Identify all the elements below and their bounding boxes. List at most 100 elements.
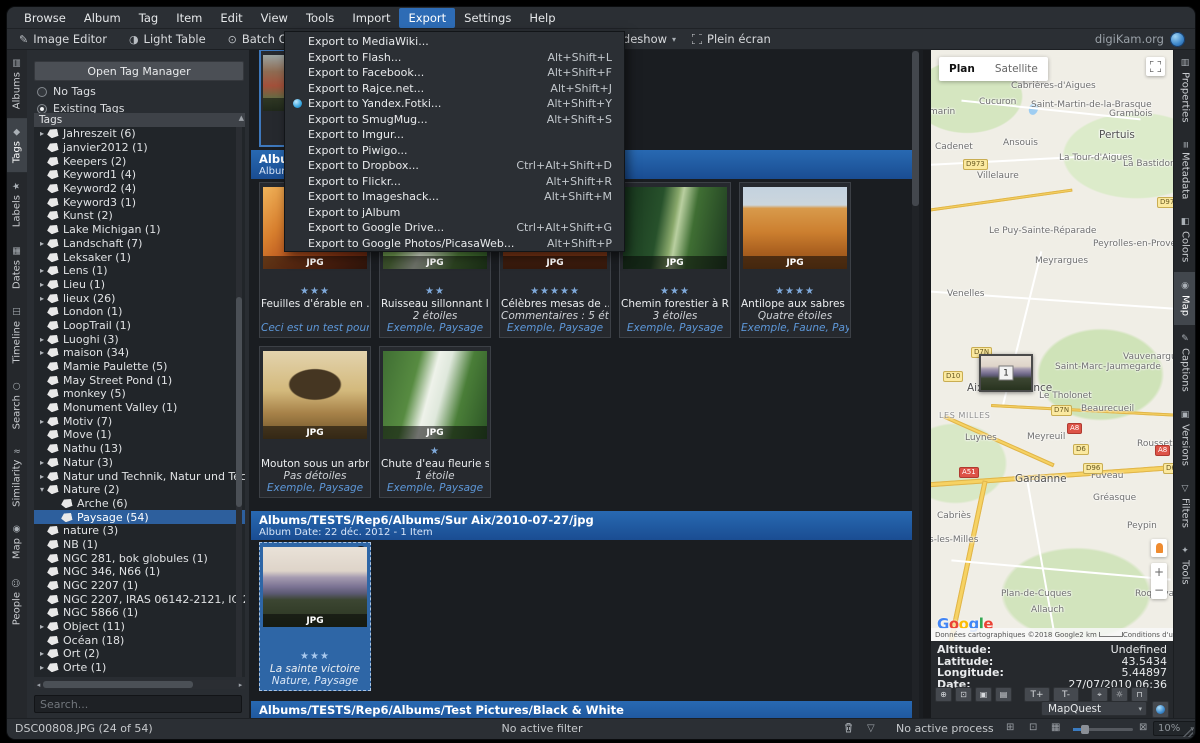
thumbnail-size-increase-button[interactable]: T+	[1024, 687, 1050, 702]
star-rating[interactable]: ★★★★★	[530, 286, 580, 298]
expand-arrow-icon[interactable]: ▸	[37, 417, 47, 426]
export-menu-item[interactable]: Export to Flash... Alt+Shift+L	[285, 50, 624, 66]
map-fullscreen-button[interactable]	[1146, 57, 1165, 76]
tag-tree-row[interactable]: NGC 2207, IRAS 06142-2121, IC 2163	[34, 592, 245, 606]
expand-arrow-icon[interactable]: ▸	[37, 239, 47, 248]
expand-arrow-icon[interactable]: ▸	[37, 458, 47, 467]
slider-knob[interactable]	[1081, 725, 1089, 734]
map-thumbnail-toggle-button[interactable]: ▤	[995, 687, 1012, 702]
tag-tree-row[interactable]: Lake Michigan (1)	[34, 223, 245, 237]
export-menu-item[interactable]: Export to Imgur...	[285, 127, 624, 143]
provider-globe-button[interactable]	[1152, 701, 1169, 718]
tag-tree-row[interactable]: ▸ Natur und Technik, Natur und Technil	[34, 469, 245, 483]
right-sidebar-tab[interactable]: ✎ Captions	[1174, 325, 1195, 401]
export-menu-item[interactable]: Export to Rajce.net... Alt+Shift+J	[285, 81, 624, 97]
right-sidebar-tab[interactable]: ▣ Versions	[1174, 401, 1195, 475]
star-rating[interactable]: ★	[430, 446, 440, 458]
tag-tree-row[interactable]: Move (1)	[34, 428, 245, 442]
tree-horizontal-scrollbar[interactable]: ◂ ▸	[34, 680, 245, 689]
menubar-item[interactable]: View	[252, 8, 297, 28]
scroll-left-icon[interactable]: ◂	[34, 681, 43, 689]
left-sidebar-tab[interactable]: People ☺	[7, 569, 27, 634]
zoom-fullscreen-icon[interactable]: ⊠	[1139, 722, 1147, 733]
expand-arrow-icon[interactable]: ▸	[37, 294, 47, 303]
scrollbar-thumb[interactable]	[43, 681, 193, 688]
tag-tree-row[interactable]: ▾ Nature (2)	[34, 483, 245, 497]
tag-tree-row[interactable]: Mamie Paulette (5)	[34, 360, 245, 374]
map-lock-button[interactable]: ⊓	[1131, 687, 1148, 702]
menubar-item[interactable]: Export	[399, 7, 456, 28]
resize-grip[interactable]	[1183, 727, 1193, 737]
expand-arrow-icon[interactable]: ▸	[37, 280, 47, 289]
tag-tree-row[interactable]: NB (1)	[34, 538, 245, 552]
no-tags-radio[interactable]: No Tags	[37, 85, 96, 98]
scroll-right-icon[interactable]: ▸	[236, 681, 245, 689]
star-rating[interactable]: ★★★	[300, 286, 330, 298]
left-sidebar-tab[interactable]: Labels ★	[7, 172, 27, 236]
tag-tree-row[interactable]: NGC 281, bok globules (1)	[34, 551, 245, 565]
thumbnail-size-decrease-button[interactable]: T-	[1053, 687, 1079, 702]
export-menu-item[interactable]: Export to Piwigo...	[285, 143, 624, 159]
tag-tree-row[interactable]: ▸ Ort (2)	[34, 647, 245, 661]
menubar-item[interactable]: Edit	[211, 8, 251, 28]
right-sidebar-tab[interactable]: ▽ Filters	[1174, 475, 1195, 537]
tag-tree-row[interactable]: Nathu (13)	[34, 442, 245, 456]
menubar-item[interactable]: Item	[167, 8, 211, 28]
star-rating[interactable]: ★★★	[660, 286, 690, 298]
scrollbar-thumb[interactable]	[912, 51, 919, 206]
filter-funnel-icon[interactable]: ▽	[867, 723, 875, 734]
expand-arrow-icon[interactable]: ▸	[37, 649, 47, 658]
right-sidebar-tab[interactable]: ▥ Properties	[1174, 49, 1195, 132]
expand-arrow-icon[interactable]: ▸	[37, 335, 47, 344]
export-menu-item[interactable]: Export to SmugMug... Alt+Shift+S	[285, 112, 624, 128]
tag-tree-row[interactable]: NGC 346, N66 (1)	[34, 565, 245, 579]
terms-link[interactable]: Conditions d'utilisation	[1123, 631, 1173, 639]
map-type-plan-button[interactable]: Plan	[939, 63, 985, 75]
expand-arrow-icon[interactable]: ▸	[37, 472, 47, 481]
export-menu-item[interactable]: Export to Google Photos/PicasaWeb... Alt…	[285, 236, 624, 252]
export-menu-item[interactable]: Export to MediaWiki...	[285, 34, 624, 50]
tag-tree-row[interactable]: nature (3)	[34, 524, 245, 538]
tag-tree-row[interactable]: Arche (6)	[34, 497, 245, 511]
export-menu-item[interactable]: Export to Flickr... Alt+Shift+R	[285, 174, 624, 190]
menubar-item[interactable]: Album	[75, 8, 130, 28]
content-scrollbar[interactable]	[912, 49, 919, 719]
left-sidebar-tab[interactable]: Tags ◆	[7, 118, 27, 173]
star-rating[interactable]: ★★★	[300, 651, 330, 663]
map-provider-select[interactable]: MapQuest ▾	[1041, 701, 1147, 716]
thumbnail-cell[interactable]: JPG ★★★★ Antilope aux sabres i... Quatre…	[739, 182, 851, 338]
tag-tree-row[interactable]: janvier2012 (1)	[34, 141, 245, 155]
menubar-item[interactable]: Import	[343, 8, 399, 28]
scrollbar-thumb[interactable]	[236, 297, 242, 507]
map-select-mode-button[interactable]: ⌖	[1091, 687, 1108, 702]
menubar-item[interactable]: Tools	[297, 8, 343, 28]
tag-tree-row[interactable]: ▸ maison (34)	[34, 346, 245, 360]
export-menu-item[interactable]: Export to Dropbox... Ctrl+Alt+Shift+D	[285, 158, 624, 174]
tag-tree-row[interactable]: London (1)	[34, 305, 245, 319]
right-sidebar-tab[interactable]: ◧ Colors	[1174, 208, 1195, 271]
thumbnail-cell[interactable]: JPG Mouton sous un arbr... Pas détoiles …	[259, 346, 371, 498]
tree-vertical-scrollbar[interactable]	[236, 127, 242, 677]
map-zoom-selection-button[interactable]: ⊕	[935, 687, 952, 702]
export-menu-item[interactable]: Export to jAlbum	[285, 205, 624, 221]
tag-tree-row[interactable]: LoopTrail (1)	[34, 319, 245, 333]
left-sidebar-tab[interactable]: Albums ▤	[7, 49, 27, 118]
thumbnail-cell[interactable]: JPG ★ Chute d'eau fleurie s... 1 étoile …	[379, 346, 491, 498]
tag-tree-row[interactable]: Keyword1 (4)	[34, 168, 245, 182]
tag-tree-row[interactable]: Keyword3 (1)	[34, 195, 245, 209]
left-sidebar-tab[interactable]: Dates ▦	[7, 237, 27, 298]
zoom-select-icon[interactable]: ▦	[1051, 722, 1060, 733]
pegman-button[interactable]	[1151, 539, 1167, 557]
zoom-original-icon[interactable]: ⊡	[1029, 722, 1037, 733]
tag-tree-row[interactable]: ▸ Landschaft (7)	[34, 237, 245, 251]
map-canvas[interactable]: Cabrières-d'Aigues Cucuron Saint-Martin-de…	[931, 49, 1173, 641]
menubar-item[interactable]: Settings	[455, 8, 520, 28]
expand-arrow-icon[interactable]: ▸	[37, 348, 47, 357]
tag-tree-row[interactable]: Keepers (2)	[34, 154, 245, 168]
map-type-satellite-button[interactable]: Satellite	[985, 63, 1048, 75]
left-sidebar-tab[interactable]: Timeline ◫	[7, 298, 27, 373]
tag-tree-row[interactable]: ▸ Motiv (7)	[34, 414, 245, 428]
map-zoom-out-button[interactable]: −	[1154, 584, 1164, 596]
zoom-fit-icon[interactable]: ⊞	[1006, 722, 1014, 733]
tag-tree-row[interactable]: Leksaker (1)	[34, 250, 245, 264]
